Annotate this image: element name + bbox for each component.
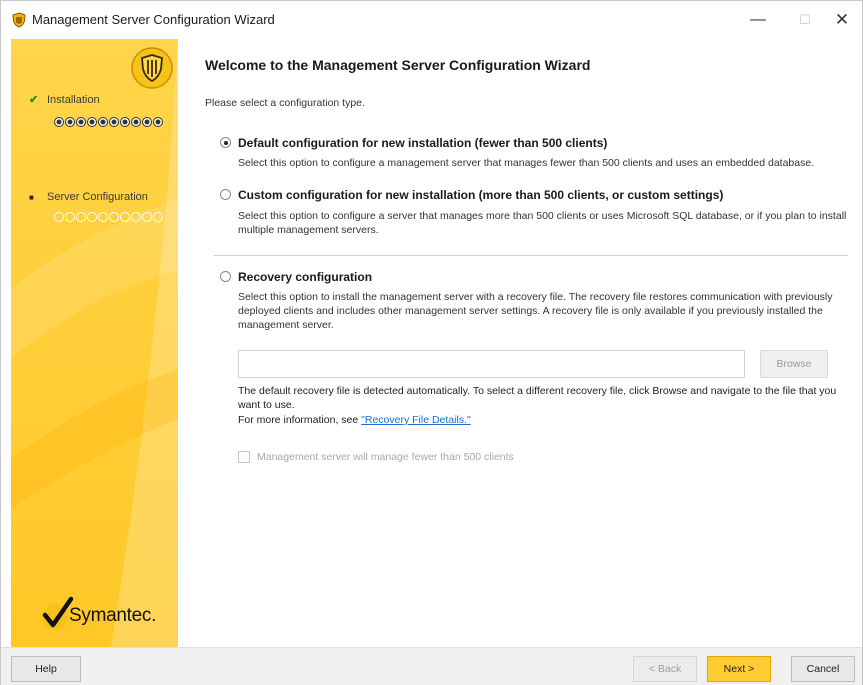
radio-default-configuration[interactable] xyxy=(220,137,231,148)
progress-dot xyxy=(76,212,86,222)
more-info-text: For more information, see "Recovery File… xyxy=(238,414,471,426)
minimize-button[interactable]: — xyxy=(743,7,773,33)
progress-dot xyxy=(109,117,119,127)
installation-progress-dots xyxy=(54,117,163,127)
option-description: Select this option to install the manage… xyxy=(238,291,833,331)
manage-fewer-clients-checkbox[interactable] xyxy=(238,451,250,463)
progress-dot xyxy=(98,117,108,127)
option-description: Select this option to configure a manage… xyxy=(238,157,815,169)
progress-dot xyxy=(54,117,64,127)
page-title: Welcome to the Management Server Configu… xyxy=(205,57,591,73)
symantec-logo-text: Symantec. xyxy=(69,605,157,626)
option-description: Select this option to configure a server… xyxy=(238,210,847,236)
close-button[interactable]: ✕ xyxy=(827,7,857,33)
section-divider xyxy=(214,255,848,256)
checkbox-label: Management server will manage fewer than… xyxy=(257,451,514,463)
check-icon: ✔ xyxy=(29,94,39,106)
next-button[interactable]: Next > xyxy=(707,656,771,682)
progress-dot xyxy=(65,117,75,127)
wizard-sidebar: ✔ Installation ■ Server Configuration Sy… xyxy=(11,39,178,647)
bullet-icon: ■ xyxy=(29,193,34,202)
progress-dot xyxy=(54,212,64,222)
help-button[interactable]: Help xyxy=(11,656,81,682)
sidebar-swoosh-decoration xyxy=(11,39,178,647)
progress-dot xyxy=(65,212,75,222)
maximize-button[interactable]: ☐ xyxy=(790,7,820,33)
recovery-file-details-link[interactable]: "Recovery File Details." xyxy=(361,414,471,426)
progress-dot xyxy=(120,117,130,127)
radio-recovery-configuration[interactable] xyxy=(220,271,231,282)
step-server-configuration: ■ Server Configuration xyxy=(29,191,148,203)
recovery-file-note: The default recovery file is detected au… xyxy=(238,385,837,411)
option-label: Custom configuration for new installatio… xyxy=(238,188,724,202)
wizard-window: Management Server Configuration Wizard —… xyxy=(0,0,863,685)
option-label: Default configuration for new installati… xyxy=(238,136,608,150)
option-label: Recovery configuration xyxy=(238,270,373,284)
wizard-content: Welcome to the Management Server Configu… xyxy=(178,39,862,647)
progress-dot xyxy=(153,117,163,127)
progress-dot xyxy=(76,117,86,127)
progress-dot xyxy=(120,212,130,222)
symantec-shield-icon xyxy=(12,12,26,28)
step-label: Server Configuration xyxy=(47,191,148,203)
progress-dot xyxy=(142,117,152,127)
title-bar: Management Server Configuration Wizard —… xyxy=(1,1,862,39)
progress-dot xyxy=(109,212,119,222)
progress-dot xyxy=(87,117,97,127)
progress-dot xyxy=(131,117,141,127)
wizard-footer: Help < Back Next > Cancel xyxy=(1,647,862,685)
progress-dot xyxy=(98,212,108,222)
progress-dot xyxy=(131,212,141,222)
more-info-prefix: For more information, see xyxy=(238,414,362,426)
window-title: Management Server Configuration Wizard xyxy=(32,12,275,27)
server-config-progress-dots xyxy=(54,212,163,222)
progress-dot xyxy=(87,212,97,222)
config-type-prompt: Please select a configuration type. xyxy=(205,97,365,109)
recovery-file-path-input[interactable] xyxy=(238,350,745,378)
step-label: Installation xyxy=(47,94,100,106)
progress-dot xyxy=(153,212,163,222)
step-installation: ✔ Installation xyxy=(29,93,100,106)
back-button[interactable]: < Back xyxy=(633,656,697,682)
radio-custom-configuration[interactable] xyxy=(220,189,231,200)
symantec-shield-logo-icon xyxy=(131,47,173,89)
cancel-button[interactable]: Cancel xyxy=(791,656,855,682)
browse-button[interactable]: Browse xyxy=(760,350,828,378)
progress-dot xyxy=(142,212,152,222)
